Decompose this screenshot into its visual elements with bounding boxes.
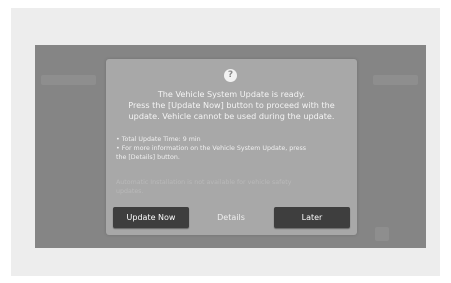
- dialog-message-line-2: Press the [Update Now] button to proceed…: [128, 100, 335, 110]
- question-circle-icon: ?: [224, 69, 237, 82]
- automatic-install-note-line-1: Automatic Installation is not available …: [116, 179, 292, 186]
- details-button[interactable]: Details: [198, 207, 264, 228]
- info-total-time: • Total Update Time: 9 min: [116, 136, 201, 143]
- dialog-message-line-1: The Vehicle System Update is ready.: [157, 89, 306, 99]
- background-panel-bottom-right: [375, 227, 389, 241]
- update-now-button[interactable]: Update Now: [113, 207, 189, 228]
- later-button[interactable]: Later: [274, 207, 350, 228]
- info-more-details-continued: the [Details] button.: [116, 154, 180, 161]
- background-panel-right: [373, 75, 418, 85]
- automatic-install-note-line-2: updates.: [116, 188, 144, 195]
- dialog-message-line-3: update. Vehicle cannot be used during th…: [128, 111, 335, 121]
- info-more-details: • For more information on the Vehicle Sy…: [116, 145, 307, 152]
- update-dialog: ? The Vehicle System Update is ready. Pr…: [106, 59, 357, 235]
- background-panel-left: [41, 75, 96, 85]
